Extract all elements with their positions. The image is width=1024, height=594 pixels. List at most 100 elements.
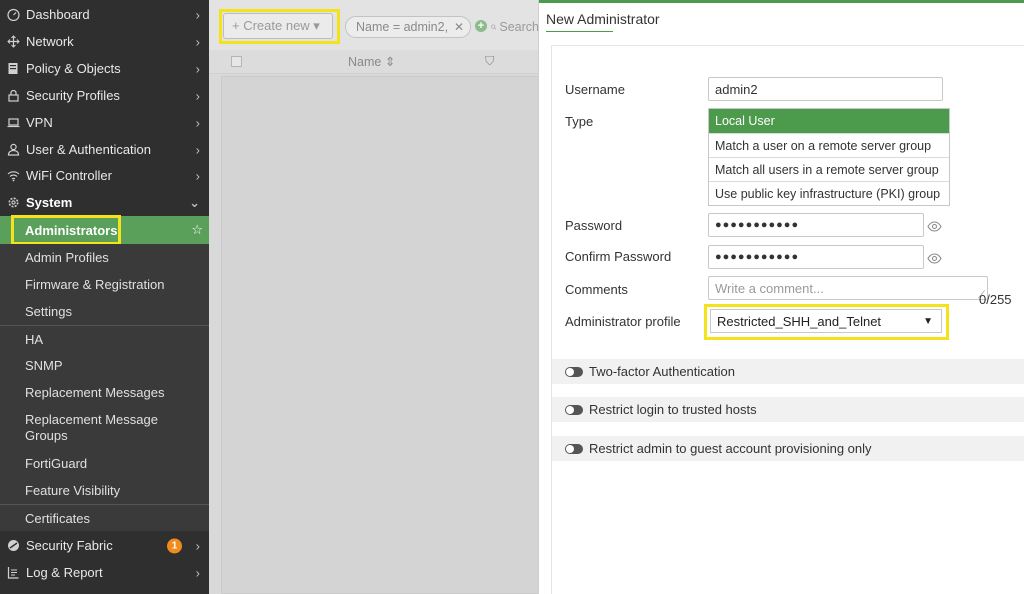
- sidebar-item-settings[interactable]: Settings: [0, 298, 209, 325]
- sidebar-item-ha[interactable]: HA: [0, 326, 209, 352]
- eye-icon[interactable]: [927, 252, 942, 267]
- select-all-checkbox[interactable]: [231, 56, 242, 67]
- toggle-switch[interactable]: [565, 366, 583, 377]
- sidebar-item-vpn[interactable]: VPN ›: [0, 109, 209, 136]
- admin-form: Username admin2 Type Local User Match a …: [551, 45, 1024, 594]
- username-field[interactable]: admin2: [708, 77, 943, 101]
- sidebar-item-label: Certificates: [25, 510, 91, 526]
- sidebar-item-label: Log & Report: [26, 565, 103, 580]
- filter-funnel-icon[interactable]: ⛉: [485, 54, 494, 69]
- gear-icon: [6, 196, 20, 210]
- sidebar-item-label: HA: [25, 331, 44, 347]
- sidebar-item-label: Network: [26, 34, 74, 49]
- dropdown-caret-icon: ▼: [923, 316, 933, 327]
- type-selector: Local User Match a user on a remote serv…: [708, 108, 950, 206]
- chevron-right-icon: ›: [195, 34, 200, 49]
- sidebar-item-label: Security Profiles: [26, 88, 120, 103]
- column-header-name[interactable]: Name ⇕: [348, 54, 395, 69]
- sidebar-item-admin-profiles[interactable]: Admin Profiles: [0, 244, 209, 271]
- sidebar-item-fortiguard[interactable]: FortiGuard: [0, 450, 209, 477]
- toggle-switch[interactable]: [565, 404, 583, 415]
- sidebar-item-feature-visibility[interactable]: Feature Visibility: [0, 477, 209, 504]
- sidebar-item-certificates[interactable]: Certificates: [0, 505, 209, 531]
- sidebar-item-label: Security Fabric: [26, 538, 113, 553]
- sidebar-item-firmware-registration[interactable]: Firmware & Registration: [0, 271, 209, 298]
- star-icon[interactable]: ☆: [191, 222, 203, 238]
- sidebar-item-user-authentication[interactable]: User & Authentication ›: [0, 136, 209, 163]
- type-label: Type: [565, 114, 594, 129]
- network-icon: [6, 35, 20, 49]
- sidebar-item-label: FortiGuard: [25, 456, 88, 471]
- chevron-right-icon: ›: [195, 565, 200, 580]
- sidebar-item-snmp[interactable]: SNMP: [0, 352, 209, 379]
- eye-icon[interactable]: [927, 220, 942, 235]
- highlight-box: [11, 215, 121, 245]
- chevron-down-icon: ⌄: [189, 194, 200, 210]
- type-option-pki-group[interactable]: Use public key infrastructure (PKI) grou…: [709, 181, 949, 205]
- toggle-switch[interactable]: [565, 443, 583, 454]
- type-option-local-user[interactable]: Local User: [709, 109, 949, 133]
- close-icon[interactable]: ✕: [454, 20, 464, 34]
- password-label: Password: [565, 218, 623, 233]
- title-underline: [546, 31, 613, 32]
- fabric-icon: [6, 539, 20, 553]
- notification-badge: 1: [167, 538, 182, 553]
- guest-provisioning-toggle-row[interactable]: Restrict admin to guest account provisio…: [552, 436, 1024, 461]
- sidebar-item-label: Feature Visibility: [25, 483, 121, 498]
- type-option-remote-group[interactable]: Match all users in a remote server group: [709, 157, 949, 181]
- confirm-password-label: Confirm Password: [565, 249, 672, 264]
- sidebar-item-label: Settings: [25, 304, 72, 319]
- chevron-right-icon: ›: [195, 88, 200, 103]
- policy-icon: [6, 62, 20, 76]
- chevron-right-icon: ›: [195, 115, 200, 130]
- new-administrator-panel: New Administrator Username admin2 Type L…: [538, 0, 1024, 594]
- sidebar-item-security-fabric[interactable]: Security Fabric 1 ›: [0, 532, 209, 559]
- sidebar-item-replacement-message-groups[interactable]: Replacement Message Groups: [0, 406, 209, 450]
- sidebar-item-label: Dashboard: [26, 7, 90, 22]
- sidebar-item-label: VPN: [26, 115, 53, 130]
- sidebar-item-label: Firmware & Registration: [25, 277, 165, 292]
- sidebar-item-security-profiles[interactable]: Security Profiles ›: [0, 82, 209, 109]
- type-option-remote-user[interactable]: Match a user on a remote server group: [709, 133, 949, 157]
- administrator-profile-select[interactable]: Restricted_SHH_and_Telnet ▼: [710, 309, 942, 333]
- sidebar-item-label: Policy & Objects: [26, 61, 121, 76]
- chevron-right-icon: ›: [195, 538, 200, 553]
- comments-field[interactable]: Write a comment...: [708, 276, 988, 300]
- sidebar-item-label: WiFi Controller: [26, 168, 112, 183]
- filter-chip[interactable]: Name = admin2, ✕: [345, 16, 471, 38]
- sidebar-item-log-report[interactable]: Log & Report ›: [0, 559, 209, 586]
- sidebar: Dashboard › Network › Policy & Objects ›…: [0, 0, 209, 594]
- chevron-right-icon: ›: [195, 61, 200, 76]
- comment-counter: 0/255: [979, 292, 1012, 307]
- add-filter-icon[interactable]: +: [475, 20, 487, 32]
- two-factor-toggle-row[interactable]: Two-factor Authentication: [552, 359, 1024, 384]
- search-input[interactable]: Search: [491, 16, 539, 38]
- table-body: [221, 76, 539, 594]
- sidebar-item-wifi-controller[interactable]: WiFi Controller ›: [0, 162, 209, 189]
- password-field[interactable]: ●●●●●●●●●●●: [708, 213, 924, 237]
- sidebar-item-dashboard[interactable]: Dashboard ›: [0, 1, 209, 28]
- sidebar-item-network[interactable]: Network ›: [0, 28, 209, 55]
- log-icon: [6, 566, 20, 580]
- comments-label: Comments: [565, 282, 628, 297]
- sidebar-item-label: System: [26, 195, 73, 210]
- trusted-hosts-toggle-row[interactable]: Restrict login to trusted hosts: [552, 397, 1024, 422]
- sidebar-item-label: Replacement Messages: [25, 385, 165, 400]
- panel-accent-bar: [539, 0, 1024, 3]
- administrators-list-area: + Create new ▾ Name = admin2, ✕ + Search…: [209, 0, 539, 594]
- page-title: New Administrator: [546, 11, 660, 27]
- laptop-icon: [6, 116, 20, 130]
- user-icon: [6, 143, 20, 157]
- dashboard-icon: [6, 8, 20, 22]
- sidebar-item-label: Replacement Message Groups: [25, 412, 158, 443]
- create-new-button[interactable]: + Create new ▾: [223, 13, 333, 39]
- confirm-password-field[interactable]: ●●●●●●●●●●●: [708, 245, 924, 269]
- administrator-profile-label: Administrator profile: [565, 314, 681, 329]
- sidebar-item-replacement-messages[interactable]: Replacement Messages: [0, 379, 209, 406]
- sidebar-item-administrators[interactable]: Administrators ☆: [0, 215, 209, 245]
- table-header: Name ⇕ ⛉: [209, 50, 539, 74]
- sidebar-item-system[interactable]: System ⌄: [0, 189, 209, 216]
- sidebar-item-policy-objects[interactable]: Policy & Objects ›: [0, 55, 209, 82]
- sidebar-item-label: Admin Profiles: [25, 250, 109, 265]
- wifi-icon: [6, 169, 20, 183]
